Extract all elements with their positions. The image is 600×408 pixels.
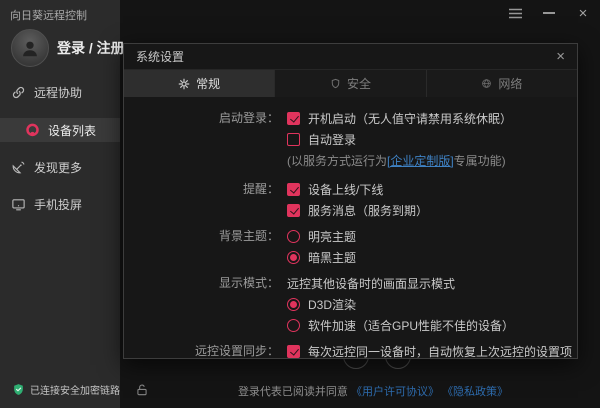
sidebar-item-device-list[interactable]: 设备列表 [0, 118, 120, 142]
tab-label: 安全 [346, 77, 371, 91]
sidebar-item-label: 手机投屏 [34, 197, 83, 212]
agreement-text: 登录代表已阅读并同意 [237, 386, 348, 398]
checkbox-device-online[interactable] [287, 183, 300, 196]
option-label: 明亮主题 [308, 230, 357, 244]
option-software-accel[interactable]: 软件加速（适合GPU性能不佳的设备） [287, 315, 514, 336]
sidebar: 向日葵远程控制 登录 / 注册 远程协助 设备列表 发现更多 手机投屏 已连接安… [0, 0, 125, 408]
person-icon [23, 41, 37, 57]
section-startup-login: 启动登录： 开机启动（无人值守请禁用系统休眠） 自动登录 (以服务方式运行为 [企… [124, 108, 577, 171]
option-label: 设备上线/下线 [308, 183, 384, 197]
close-window-button[interactable]: × [566, 0, 600, 26]
screen-cast-icon [11, 197, 26, 212]
option-label: 自动登录 [308, 133, 357, 147]
agreement-line: 登录代表已阅读并同意 《用户许可协议》 《隐私政策》 [120, 383, 600, 399]
sidebar-item-discover[interactable]: 发现更多 [0, 155, 120, 179]
option-label: 软件加速（适合GPU性能不佳的设备） [308, 319, 515, 333]
section-label: 显示模式： [218, 276, 279, 290]
gear-icon [178, 78, 190, 90]
radio-software-accel[interactable] [287, 319, 300, 332]
secure-status-label: 已连接安全加密链路 [30, 386, 120, 397]
enterprise-edition-link[interactable]: [企业定制版] [387, 152, 454, 169]
privacy-policy-link[interactable]: 《隐私政策》 [442, 386, 508, 398]
radio-d3d-render[interactable] [287, 298, 300, 311]
tab-label: 网络 [498, 77, 523, 91]
option-device-online[interactable]: 设备上线/下线 [287, 179, 428, 200]
shield-check-icon [14, 384, 23, 395]
tab-general[interactable]: 常规 [124, 70, 275, 97]
tab-security[interactable]: 安全 [274, 70, 425, 97]
radar-icon [11, 160, 26, 175]
hamburger-icon [508, 8, 522, 18]
service-mode-note: (以服务方式运行为 [企业定制版] 专属功能) [287, 150, 512, 171]
section-remote-sync: 远控设置同步： 每次远控同一设备时，自动恢复上次远控的设置项 [124, 341, 577, 362]
app-window: 登录代表已阅读并同意 《用户许可协议》 《隐私政策》 向日葵远程控制 登录 / … [0, 0, 600, 408]
globe-icon [481, 78, 492, 89]
section-label: 背景主题： [218, 229, 279, 243]
menu-button[interactable] [498, 0, 532, 26]
sunlogin-icon [25, 123, 40, 138]
option-label: 服务消息（服务到期） [308, 204, 429, 218]
license-agreement-link[interactable]: 《用户许可协议》 [351, 386, 439, 398]
system-settings-dialog: 系统设置 × 常规 安全 网络 启动登录： 开机启动（无人值守请禁用系统休眠） … [123, 43, 578, 359]
sidebar-item-phone-cast[interactable]: 手机投屏 [0, 192, 120, 216]
tab-label: 常规 [196, 77, 221, 91]
section-label: 提醒： [242, 182, 279, 196]
option-label: 每次远控同一设备时，自动恢复上次远控的设置项 [308, 345, 573, 359]
window-controls: × [498, 0, 600, 26]
tab-network[interactable]: 网络 [425, 70, 577, 97]
minimize-icon [543, 12, 555, 14]
display-mode-description: 远控其他设备时的画面显示模式 [287, 277, 456, 291]
link-icon [11, 85, 26, 100]
option-restore-settings[interactable]: 每次远控同一设备时，自动恢复上次远控的设置项 [287, 341, 572, 362]
section-theme: 背景主题： 明亮主题 暗黑主题 [124, 226, 577, 268]
option-autologin[interactable]: 自动登录 [287, 129, 512, 150]
note-suffix: 专属功能) [453, 154, 506, 168]
minimize-button[interactable] [532, 0, 566, 26]
sidebar-item-label: 远程协助 [34, 85, 83, 100]
dialog-header: 系统设置 × [124, 44, 577, 70]
checkbox-service-message[interactable] [287, 204, 300, 217]
settings-body: 启动登录： 开机启动（无人值守请禁用系统休眠） 自动登录 (以服务方式运行为 [企… [124, 97, 577, 362]
dialog-title: 系统设置 [136, 50, 185, 64]
option-label: 暗黑主题 [308, 251, 357, 265]
checkbox-restore-settings[interactable] [287, 345, 300, 358]
login-register-button[interactable]: 登录 / 注册 [11, 29, 125, 67]
option-dark-theme[interactable]: 暗黑主题 [287, 247, 356, 268]
section-display-mode: 显示模式： 远控其他设备时的画面显示模式 D3D渲染 软件加速（适合GPU性能不… [124, 273, 577, 336]
secure-status: 已连接安全加密链路 [12, 382, 120, 397]
avatar-icon [11, 29, 49, 67]
settings-tabs: 常规 安全 网络 [124, 70, 577, 97]
radio-light-theme[interactable] [287, 230, 300, 243]
section-label: 启动登录： [218, 111, 279, 125]
window-title: 向日葵远程控制 [10, 10, 87, 22]
option-label: 开机启动（无人值守请禁用系统休眠） [308, 112, 513, 126]
option-label: D3D渲染 [308, 298, 357, 312]
login-register-label: 登录 / 注册 [57, 40, 125, 56]
sidebar-item-label: 设备列表 [48, 123, 97, 138]
option-light-theme[interactable]: 明亮主题 [287, 226, 356, 247]
dialog-close-button[interactable]: × [556, 49, 565, 64]
section-reminders: 提醒： 设备上线/下线 服务消息（服务到期） [124, 179, 577, 221]
option-autostart[interactable]: 开机启动（无人值守请禁用系统休眠） [287, 108, 512, 129]
option-d3d-render[interactable]: D3D渲染 [287, 294, 514, 315]
radio-dark-theme[interactable] [287, 251, 300, 264]
option-service-message[interactable]: 服务消息（服务到期） [287, 200, 428, 221]
sidebar-item-remote-assist[interactable]: 远程协助 [0, 80, 120, 104]
sidebar-item-label: 发现更多 [34, 160, 83, 175]
close-icon: × [578, 4, 588, 22]
section-label: 远控设置同步： [194, 344, 279, 358]
note-prefix: (以服务方式运行为 [287, 154, 387, 168]
checkbox-autostart[interactable] [287, 112, 300, 125]
shield-icon [330, 78, 341, 89]
checkbox-autologin[interactable] [287, 133, 300, 146]
